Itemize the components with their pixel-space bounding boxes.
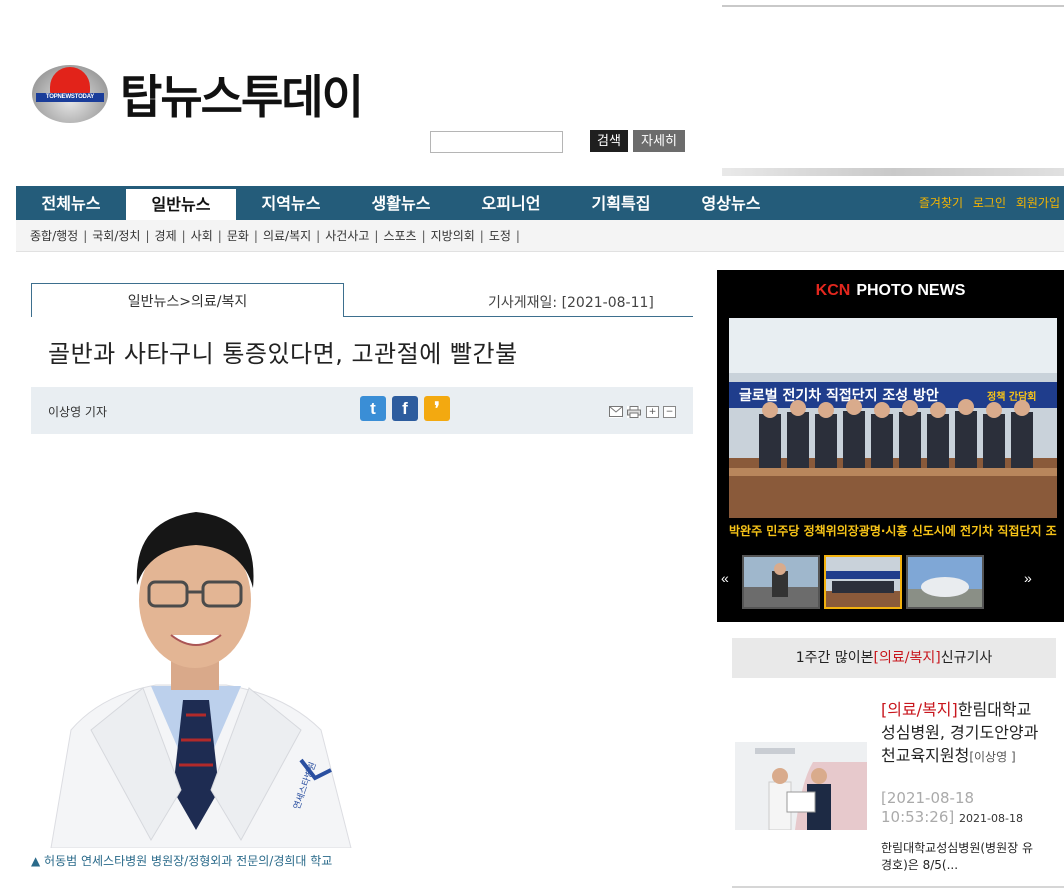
twitter-share-icon[interactable]: t — [360, 396, 386, 421]
ranking-item-summary[interactable]: 한림대학교성심병원(병원장 유경호)은 8/5(... — [881, 840, 1041, 874]
sub-nav-item[interactable]: 스포츠 — [383, 220, 416, 252]
top-banner-strip — [722, 168, 1064, 176]
sub-nav-item[interactable]: 문화 — [227, 220, 249, 252]
byline-bar: 이상영 기자 t f ❜ + − — [31, 387, 693, 434]
ranking-item-title[interactable]: [의료/복지]한림대학교성심병원, 경기도안양과천교육지원청[이상영 ] — [881, 698, 1041, 769]
sub-nav-item[interactable]: 경제 — [155, 220, 177, 252]
photo-news-thumb[interactable] — [742, 555, 820, 609]
sub-nav-item[interactable]: 도정 — [489, 220, 511, 252]
search-button[interactable]: 검색 — [590, 130, 628, 152]
bookmark-link[interactable]: 즐겨찾기 — [919, 196, 963, 210]
photo-news-thumb-active[interactable] — [824, 555, 902, 609]
nav-item-video-news[interactable]: 영상뉴스 — [676, 186, 786, 220]
nav-item-features[interactable]: 기획특집 — [566, 186, 676, 220]
logo-emblem-icon: TOPNEWSTODAY — [30, 63, 110, 125]
photo-news-caption[interactable]: 박완주 민주당 정책위의장광명·시흥 신도시에 전기차 직접단지 조성 건의 — [729, 524, 1057, 550]
sub-nav: 종합/행정 | 국회/정치 | 경제 | 사회 | 문화 | 의료/복지 | 사건사고 | 스포츠 | 지방의회… — [16, 220, 1064, 252]
nav-item-opinion[interactable]: 오피니언 — [456, 186, 566, 220]
search-input[interactable] — [430, 131, 563, 153]
main-nav: 전체뉴스 일반뉴스 지역뉴스 생활뉴스 오피니언 기획특집 영상뉴스 즐겨찾기 … — [16, 186, 1064, 220]
photo-news-next-icon[interactable]: » — [1024, 570, 1032, 586]
login-link[interactable]: 로그인 — [973, 196, 1006, 210]
sub-nav-item[interactable]: 국회/정치 — [92, 220, 140, 252]
photo-news-title: KCN PHOTO NEWS — [717, 282, 1064, 300]
publish-date: 기사게재일: [2021-08-11] — [488, 295, 654, 311]
photo-news-banner-tag: 정책 간담회 — [987, 390, 1036, 403]
logo-band-text: TOPNEWSTODAY — [36, 93, 104, 102]
ranking-header-suffix: 신규기사 — [940, 650, 993, 666]
article-photo: 연세스타병원 — [31, 490, 356, 848]
photo-news-widget: KCN PHOTO NEWS 글로벌 전기차 직접단지 조성 방안 정책 간담회 — [717, 270, 1064, 622]
detail-search-button[interactable]: 자세히 — [633, 130, 685, 152]
print-icon[interactable] — [627, 406, 641, 418]
site-logo[interactable]: TOPNEWSTODAY 탑뉴스투데이 — [30, 62, 390, 126]
ranking-item-thumbnail[interactable] — [735, 742, 867, 830]
top-divider — [722, 5, 1064, 7]
util-links: 즐겨찾기 로그인 회원가입 — [913, 186, 1060, 220]
signup-link[interactable]: 회원가입 — [1016, 196, 1060, 210]
ranking-item-date: 2021-08-18 — [959, 812, 1023, 825]
photo-news-label: PHOTO NEWS — [856, 282, 966, 299]
sub-nav-item[interactable]: 종합/행정 — [30, 220, 78, 252]
ranking-divider — [732, 886, 1064, 888]
article-headline: 골반과 사타구니 통증있다면, 고관절에 빨간불 — [48, 340, 518, 368]
sub-nav-item[interactable]: 사건사고 — [325, 220, 369, 252]
sub-nav-item[interactable]: 지방의회 — [431, 220, 475, 252]
email-icon[interactable] — [609, 406, 623, 418]
nav-item-life-news[interactable]: 생활뉴스 — [346, 186, 456, 220]
facebook-share-icon[interactable]: f — [392, 396, 418, 421]
headline-box: 골반과 사타구니 통증있다면, 고관절에 빨간불 — [31, 317, 693, 387]
ranking-item-byline: [이상영 ] — [969, 750, 1016, 764]
reporter-name: 이상영 기자 — [48, 405, 108, 419]
nav-item-local-news[interactable]: 지역뉴스 — [236, 186, 346, 220]
ranking-item-timestamp: [2021-08-18 10:53:26] 2021-08-18 — [881, 789, 1041, 828]
ranking-item-category: [의료/복지] — [881, 700, 958, 719]
font-increase-icon[interactable]: + — [646, 406, 659, 418]
photo-news-brand: KCN — [815, 282, 851, 299]
kakao-share-icon[interactable]: ❜ — [424, 396, 450, 421]
sub-nav-item[interactable]: 사회 — [191, 220, 213, 252]
font-decrease-icon[interactable]: − — [663, 406, 676, 418]
ranking-header-category: [의료/복지] — [873, 650, 941, 666]
photo-news-prev-icon[interactable]: « — [721, 570, 729, 586]
photo-news-thumb[interactable] — [906, 555, 984, 609]
nav-item-all-news[interactable]: 전체뉴스 — [16, 186, 126, 220]
ranking-header-prefix: 1주간 많이본 — [795, 650, 874, 666]
sub-nav-item[interactable]: 의료/복지 — [263, 220, 311, 252]
logo-text: 탑뉴스투데이 — [120, 70, 364, 124]
ranking-header: 1주간 많이본[의료/복지]신규기사 — [732, 638, 1056, 678]
breadcrumb[interactable]: 일반뉴스>의료/복지 — [31, 283, 344, 318]
photo-caption: ▲ 허동범 연세스타병원 병원장/정형외과 전문의/경희대 학교 — [31, 854, 333, 868]
nav-item-general-news[interactable]: 일반뉴스 — [126, 189, 236, 220]
photo-news-main-image[interactable]: 글로벌 전기차 직접단지 조성 방안 정책 간담회 — [729, 318, 1057, 518]
